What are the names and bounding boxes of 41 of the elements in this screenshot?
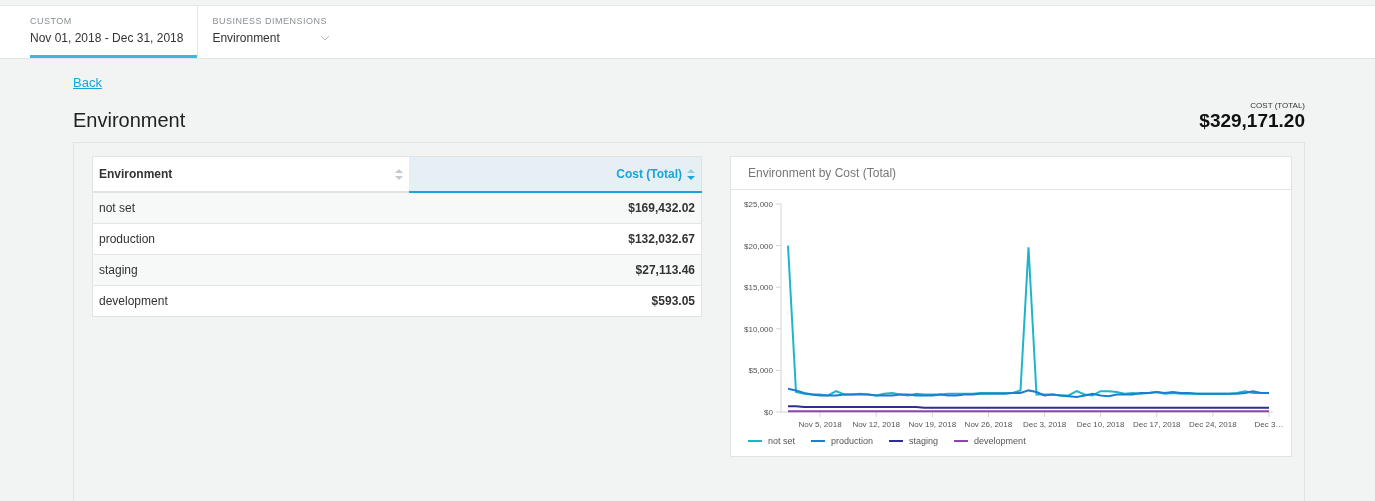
- table-cell: production: [92, 223, 410, 255]
- filter-value: Environment: [212, 31, 280, 45]
- axis-label: $10,000: [744, 324, 773, 334]
- axis-label: Dec 3, 2018: [1022, 420, 1067, 429]
- axis-label: $0: [764, 408, 773, 417]
- filter-label: CUSTOM: [30, 16, 73, 26]
- axis-label: Nov 19, 2018: [908, 420, 957, 429]
- axis-label: $20,000: [744, 241, 773, 251]
- axis-label: Dec 17, 2018: [1132, 420, 1181, 429]
- total-value: $329,171.20: [1199, 110, 1305, 132]
- table-cell: staging: [92, 254, 410, 286]
- axis-label: $25,000: [744, 200, 773, 209]
- legend-item[interactable]: development: [954, 436, 1026, 446]
- legend-item[interactable]: not set: [748, 436, 796, 446]
- axis-label: Dec 10, 2018: [1076, 420, 1125, 429]
- sort-icon: [395, 168, 404, 180]
- filter-tab[interactable]: CUSTOM Nov 01, 2018 - Dec 31, 2018: [30, 6, 198, 58]
- filter-tab[interactable]: BUSINESS DIMENSIONS Environment: [197, 6, 344, 58]
- axis-label: Nov 26, 2018: [964, 420, 1013, 429]
- table-cell: $27,113.46: [409, 254, 702, 286]
- table-cell: $132,032.67: [409, 223, 702, 255]
- axis-label: Dec 3…: [1254, 420, 1284, 429]
- table-cell: $169,432.02: [409, 192, 702, 224]
- page-title: Environment: [73, 109, 186, 132]
- axis-label: Nov 12, 2018: [852, 420, 900, 429]
- axis-label: Dec 24, 2018: [1189, 420, 1237, 429]
- filter-label: BUSINESS DIMENSIONS: [212, 16, 328, 26]
- chevron-icon: [319, 35, 330, 41]
- chart-title: Environment by Cost (Total): [731, 157, 1291, 190]
- total-label: COST (TOTAL): [1250, 101, 1305, 110]
- table-cell: $593.05: [409, 285, 702, 317]
- filter-value: Nov 01, 2018 - Dec 31, 2018: [30, 31, 184, 45]
- legend-item[interactable]: production: [811, 436, 874, 446]
- axis-label: $5,000: [748, 366, 773, 376]
- column-header[interactable]: Environment: [92, 156, 410, 192]
- axis-label: Nov 5, 2018: [798, 420, 842, 429]
- sort-icon: [687, 168, 695, 180]
- table-cell: development: [92, 285, 410, 317]
- legend-item[interactable]: staging: [889, 436, 939, 446]
- table-cell: not set: [92, 192, 410, 224]
- axis-label: $15,000: [744, 283, 773, 293]
